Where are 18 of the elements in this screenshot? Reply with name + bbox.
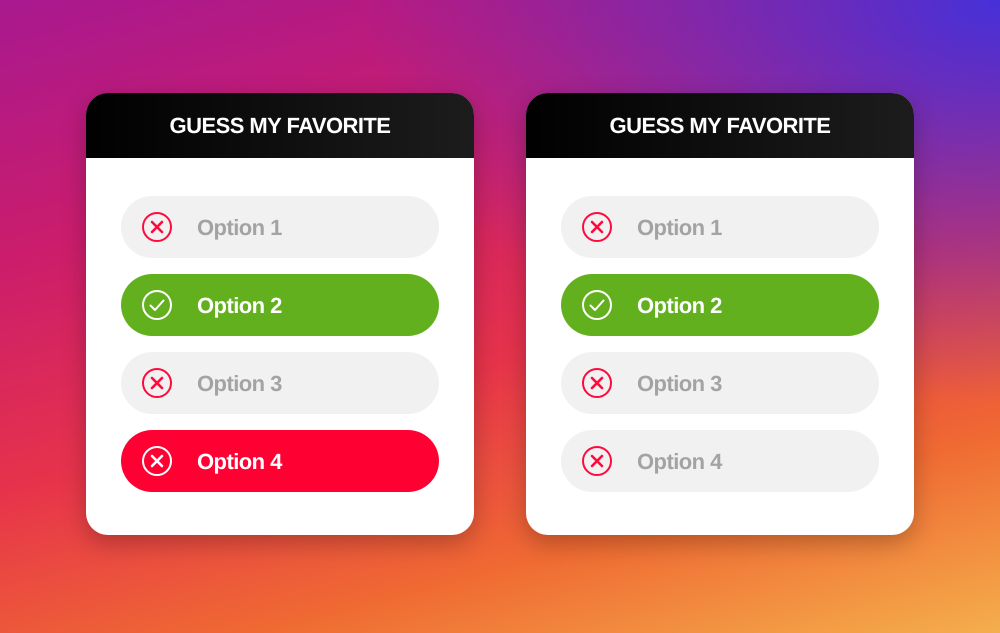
answer-option[interactable]: Option 4 [561,430,879,492]
check-circle-icon [142,290,172,320]
check-circle-icon [582,290,612,320]
x-circle-icon [582,446,612,476]
x-circle-icon [142,368,172,398]
answer-option[interactable]: Option 3 [121,352,439,414]
answer-option[interactable]: Option 1 [121,196,439,258]
x-circle-icon [142,446,172,476]
answer-option[interactable]: Option 4 [121,430,439,492]
answer-option[interactable]: Option 3 [561,352,879,414]
x-circle-icon [582,212,612,242]
x-circle-icon [582,368,612,398]
answer-option[interactable]: Option 2 [121,274,439,336]
answer-option[interactable]: Option 1 [561,196,879,258]
x-circle-icon [142,212,172,242]
card-title: GUESS MY FAVORITE [610,112,830,140]
card-title: GUESS MY FAVORITE [170,112,390,140]
answer-option[interactable]: Option 2 [561,274,879,336]
